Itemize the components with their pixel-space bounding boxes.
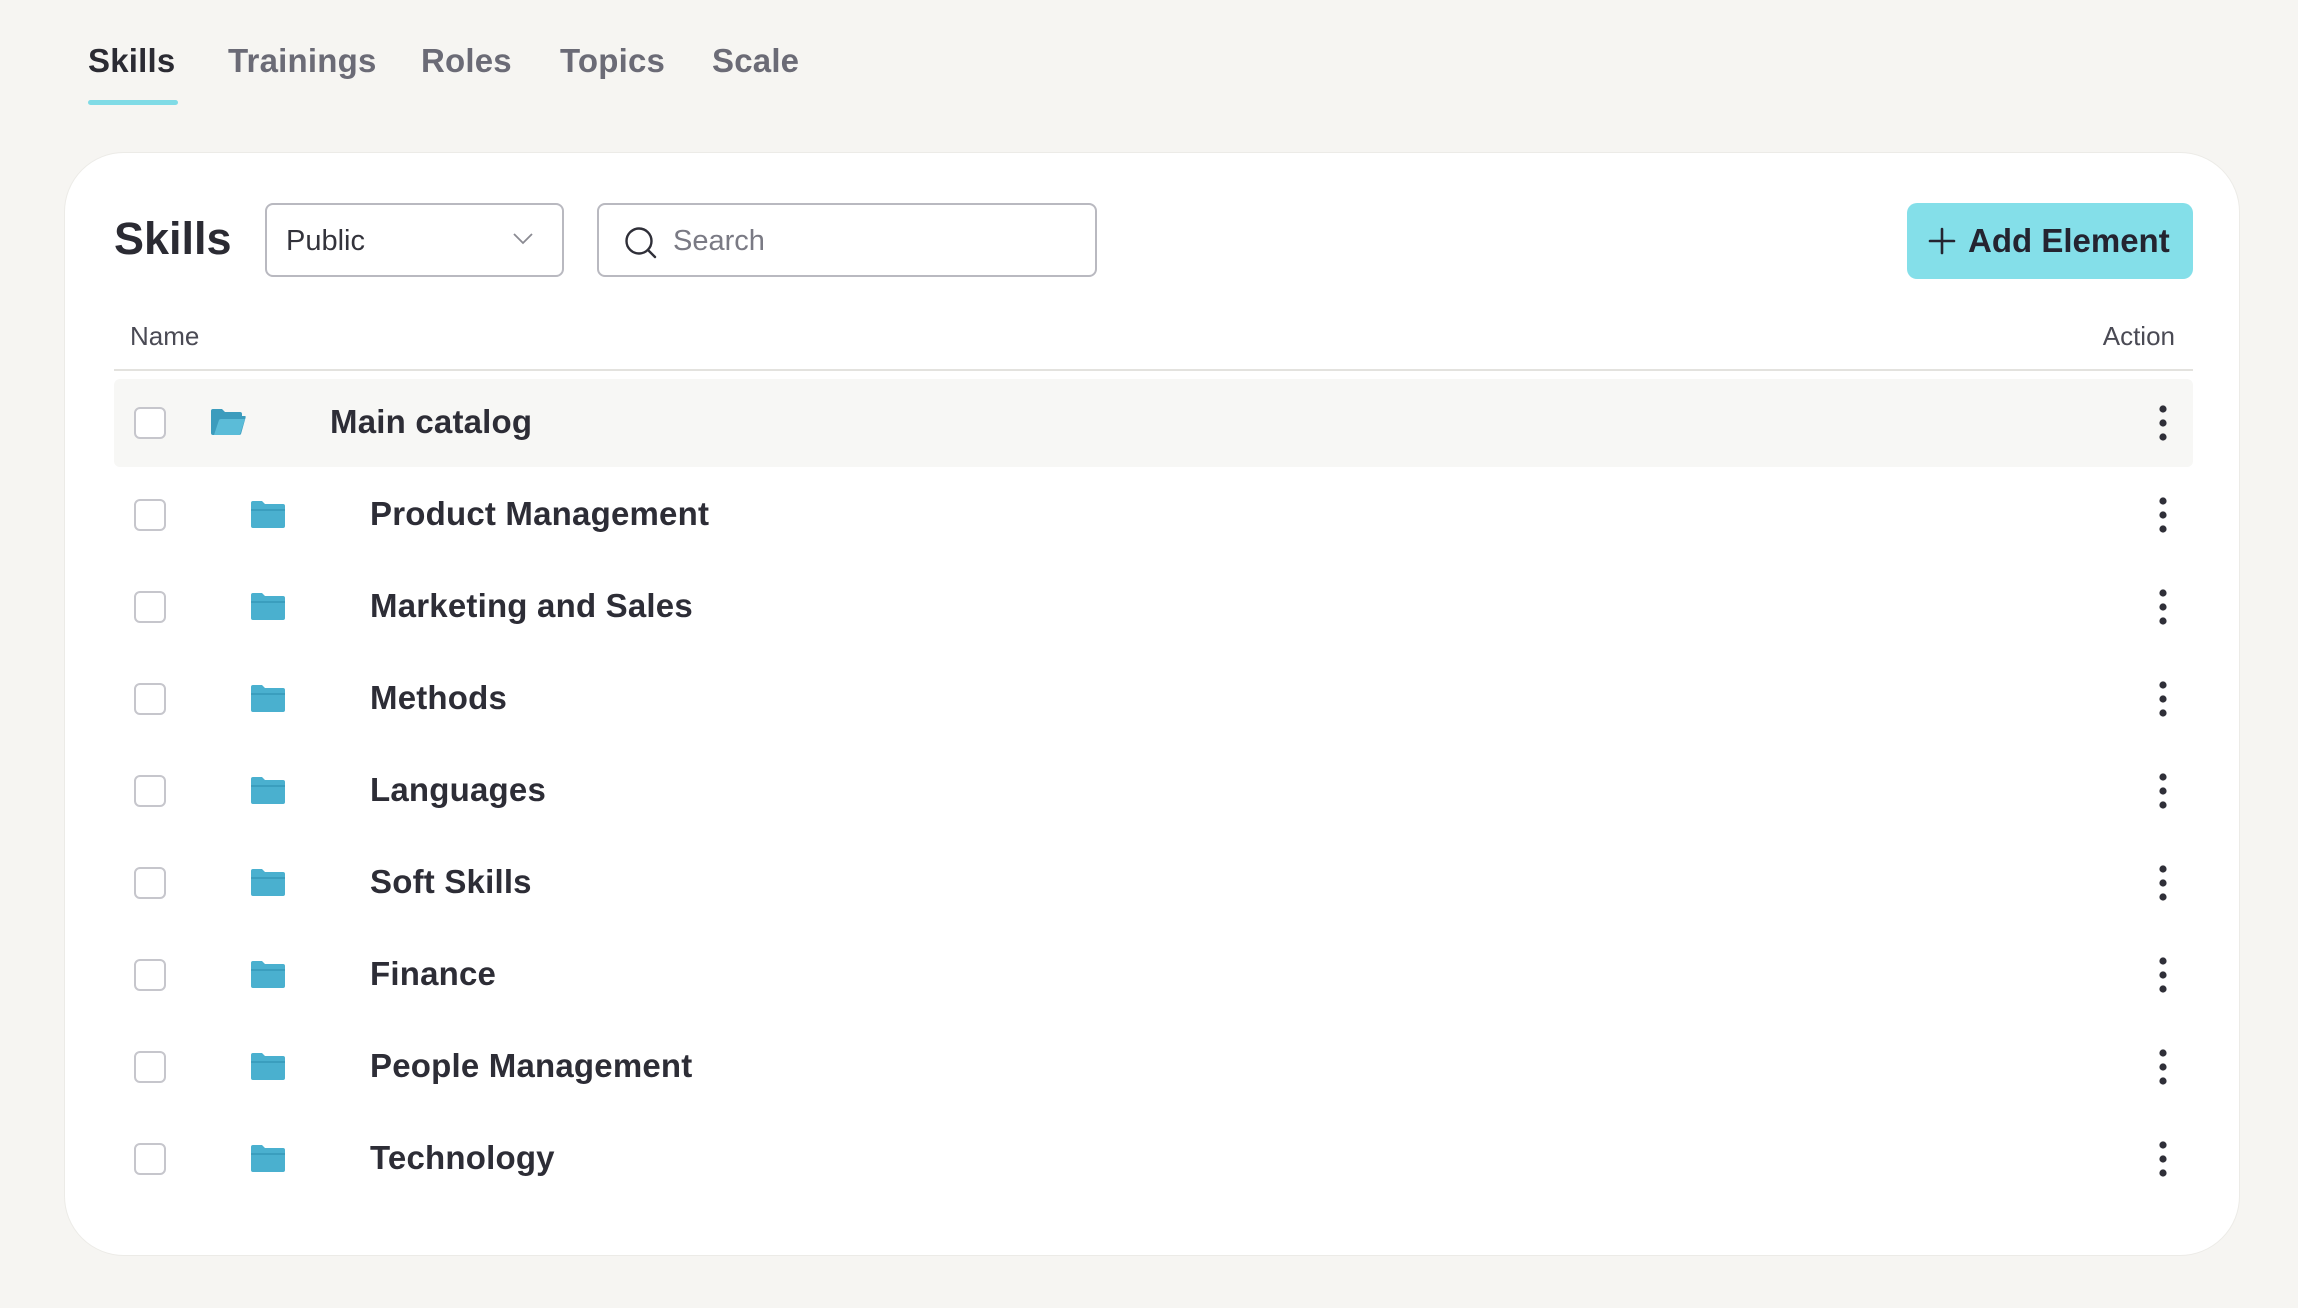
folder-icon — [251, 1145, 285, 1172]
table-row[interactable]: Languages — [114, 747, 2193, 835]
folder-icon — [251, 501, 285, 528]
row-checkbox[interactable] — [134, 1143, 166, 1175]
table-row[interactable]: Product Management — [114, 471, 2193, 559]
more-vertical-icon[interactable] — [2155, 769, 2171, 813]
folder-open-icon — [211, 409, 246, 435]
folder-icon — [251, 777, 285, 804]
tab-label: Trainings — [228, 42, 377, 79]
active-tab-indicator — [88, 100, 178, 105]
row-label: Main catalog — [330, 403, 533, 440]
tab-topics[interactable]: Topics — [560, 42, 665, 80]
table-row-main-catalog[interactable]: Main catalog — [114, 379, 2193, 467]
table-row[interactable]: Soft Skills — [114, 839, 2193, 927]
table-row[interactable]: People Management — [114, 1023, 2193, 1111]
row-checkbox[interactable] — [134, 775, 166, 807]
more-vertical-icon[interactable] — [2155, 1137, 2171, 1181]
table-row[interactable]: Marketing and Sales — [114, 563, 2193, 651]
more-vertical-icon[interactable] — [2155, 585, 2171, 629]
tab-trainings[interactable]: Trainings — [228, 42, 377, 80]
search-input[interactable] — [671, 219, 1075, 263]
more-vertical-icon[interactable] — [2155, 861, 2171, 905]
row-label: Marketing and Sales — [370, 587, 693, 624]
more-vertical-icon[interactable] — [2155, 1045, 2171, 1089]
add-element-button[interactable]: Add Element — [1907, 203, 2193, 279]
row-label: Soft Skills — [370, 863, 532, 900]
column-header-name: Name — [130, 321, 200, 351]
tab-scale[interactable]: Scale — [712, 42, 799, 80]
row-label: Finance — [370, 955, 497, 992]
row-label: People Management — [370, 1047, 693, 1084]
row-label: Languages — [370, 771, 547, 808]
tab-skills[interactable]: Skills — [88, 42, 178, 105]
table-row[interactable]: Methods — [114, 655, 2193, 743]
tab-label: Roles — [421, 42, 512, 79]
row-checkbox[interactable] — [134, 683, 166, 715]
header-divider — [114, 369, 2193, 371]
table-row[interactable]: Finance — [114, 931, 2193, 1019]
search-icon — [625, 227, 657, 259]
more-vertical-icon[interactable] — [2155, 401, 2171, 445]
more-vertical-icon[interactable] — [2155, 493, 2171, 537]
folder-icon — [251, 685, 285, 712]
row-checkbox[interactable] — [134, 867, 166, 899]
folder-icon — [251, 869, 285, 896]
visibility-select[interactable]: Public — [265, 203, 564, 277]
plus-icon — [1928, 227, 1956, 255]
row-checkbox[interactable] — [134, 499, 166, 531]
tab-roles[interactable]: Roles — [421, 42, 512, 80]
search-box — [597, 203, 1097, 277]
column-header-action: Action — [2102, 321, 2175, 351]
folder-icon — [251, 1053, 285, 1080]
tab-label: Scale — [712, 42, 800, 79]
row-label: Methods — [370, 679, 508, 716]
more-vertical-icon[interactable] — [2155, 953, 2171, 997]
row-checkbox[interactable] — [134, 407, 166, 439]
more-vertical-icon[interactable] — [2155, 677, 2171, 721]
card-title: Skills — [114, 213, 232, 264]
row-label: Product Management — [370, 495, 710, 532]
row-checkbox[interactable] — [134, 591, 166, 623]
row-checkbox[interactable] — [134, 1051, 166, 1083]
tab-label: Skills — [88, 42, 176, 79]
tab-label: Topics — [560, 42, 666, 79]
chevron-down-icon — [513, 233, 533, 245]
folder-icon — [251, 961, 285, 988]
row-label: Technology — [370, 1139, 555, 1176]
folder-icon — [251, 593, 285, 620]
add-element-label: Add Element — [1968, 222, 2170, 259]
skills-card: Skills Public Add Element Name Action Ma… — [64, 152, 2240, 1256]
table-row[interactable]: Technology — [114, 1115, 2193, 1203]
row-checkbox[interactable] — [134, 959, 166, 991]
visibility-select-value: Public — [286, 225, 365, 257]
